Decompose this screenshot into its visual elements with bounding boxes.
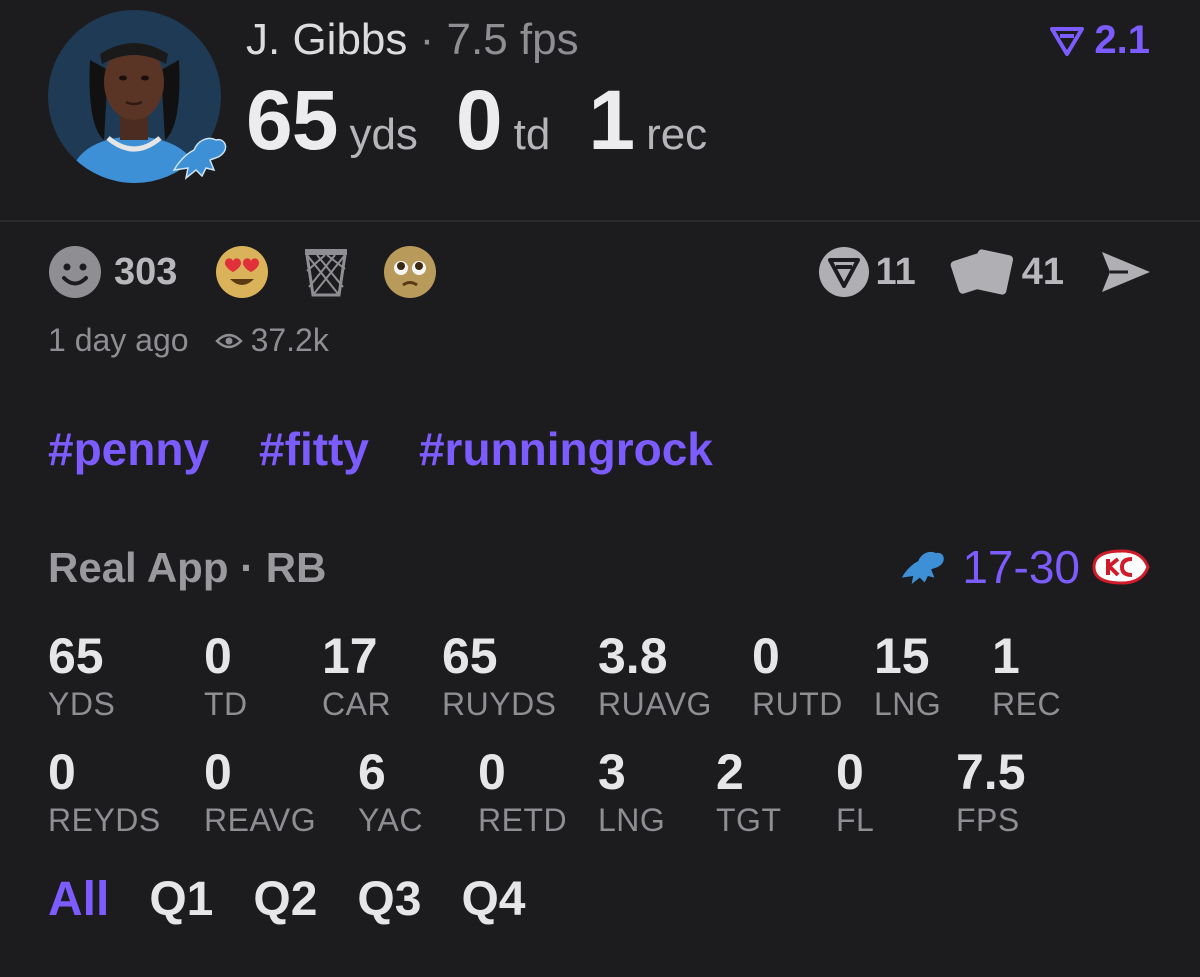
stat-rutd: 0 RUTD xyxy=(752,628,843,724)
eye-icon xyxy=(214,333,243,348)
tab-q1[interactable]: Q1 xyxy=(149,872,213,927)
stat-label: RETD xyxy=(478,802,568,838)
player-name[interactable]: J. Gibbs xyxy=(246,15,407,64)
share-send-icon[interactable] xyxy=(1098,248,1154,296)
headline-rec-unit: rec xyxy=(646,110,708,159)
stat-reavg: 0 REAVG xyxy=(204,744,316,840)
tab-q3[interactable]: Q3 xyxy=(357,872,421,927)
cards-icon[interactable] xyxy=(950,246,1016,298)
stat-reyds: 0 REYDS xyxy=(48,744,161,840)
stat-label: RUYDS xyxy=(442,686,557,722)
stat-retd: 0 RETD xyxy=(478,744,567,840)
stat-yds: 65 YDS xyxy=(48,628,115,724)
stat-label: CAR xyxy=(322,686,392,722)
stat-car: 17 CAR xyxy=(322,628,391,724)
stat-label: FPS xyxy=(956,802,1020,838)
stat-yac: 6 YAC xyxy=(358,744,423,840)
detroit-lions-logo xyxy=(902,551,945,585)
hashtag-fitty[interactable]: #fitty xyxy=(259,422,369,476)
stat-label: REAVG xyxy=(204,802,317,838)
stat-value: 0 xyxy=(752,628,780,684)
player-title: J. Gibbs · 7.5 fps xyxy=(246,12,579,68)
stat-tgt: 2 TGT xyxy=(716,744,781,840)
stat-label: TGT xyxy=(716,802,782,838)
separator-dot: · xyxy=(419,15,435,64)
player-fps: 7.5 fps xyxy=(446,15,579,64)
stat-rec: 1 REC xyxy=(992,628,1061,724)
pleading-face-emoji-icon[interactable] xyxy=(383,245,437,299)
headline-rec-value: 1 xyxy=(588,73,635,167)
stat-value: 65 xyxy=(48,628,104,684)
stat-ruyds: 65 RUYDS xyxy=(442,628,557,724)
real-coin-icon[interactable] xyxy=(818,246,870,298)
stat-value: 7.5 xyxy=(956,744,1026,800)
reaction-count[interactable]: 303 xyxy=(114,251,177,294)
post-actions: 11 41 xyxy=(818,244,1154,300)
hashtag-penny[interactable]: #penny xyxy=(48,422,209,476)
kansas-city-chiefs-logo xyxy=(1092,549,1150,585)
real-score-value: 2.1 xyxy=(1094,18,1150,62)
stat-value: 15 xyxy=(874,628,930,684)
detroit-lions-logo xyxy=(168,130,232,184)
post-time-ago: 1 day ago xyxy=(48,322,189,358)
headline-td-value: 0 xyxy=(455,73,503,167)
stat-label: YDS xyxy=(48,686,116,722)
header-divider xyxy=(0,220,1200,222)
stat-label: REYDS xyxy=(48,802,161,838)
tab-q4[interactable]: Q4 xyxy=(461,872,525,927)
stat-value: 3 xyxy=(598,744,626,800)
stat-value: 0 xyxy=(478,744,506,800)
stat-value: 3.8 xyxy=(598,628,668,684)
stat-label: REC xyxy=(992,686,1062,722)
stat-td: 0 TD xyxy=(204,628,248,724)
headline-yds-unit: yds xyxy=(349,110,418,159)
stat-label: RUTD xyxy=(752,686,843,722)
stat-label: YAC xyxy=(358,802,423,838)
stat-fl: 0 FL xyxy=(836,744,874,840)
cards-count: 41 xyxy=(1021,250,1064,293)
stat-value: 1 xyxy=(992,628,1020,684)
headline-yds-value: 65 xyxy=(246,73,338,167)
game-score-value: 17-30 xyxy=(962,541,1080,593)
hashtag-list: #penny #fitty #runningrock xyxy=(48,422,763,476)
headline-stats: 65 yds 0 td 1 rec xyxy=(246,72,745,183)
stat-label: LNG xyxy=(598,802,666,838)
stat-value: 2 xyxy=(716,744,744,800)
real-coin-count: 11 xyxy=(875,250,916,293)
stat-value: 0 xyxy=(836,744,864,800)
view-count-value: 37.2k xyxy=(250,322,329,358)
stat-value: 65 xyxy=(442,628,498,684)
stat-value: 0 xyxy=(204,628,232,684)
post-meta: 1 day ago 37.2k xyxy=(48,322,329,359)
quarter-tabs: All Q1 Q2 Q3 Q4 xyxy=(48,872,565,927)
stat-lng-2: 3 LNG xyxy=(598,744,665,840)
game-score[interactable]: 17-30 xyxy=(894,540,1150,594)
heart-eyes-emoji-icon[interactable] xyxy=(215,245,269,299)
stat-value: 0 xyxy=(204,744,232,800)
stat-ruavg: 3.8 RUAVG xyxy=(598,628,712,724)
stat-label: LNG xyxy=(874,686,942,722)
view-count: 37.2k xyxy=(214,322,329,359)
stat-source-line: Real App · RB xyxy=(48,544,327,591)
real-logo-icon xyxy=(1050,26,1085,56)
tab-q2[interactable]: Q2 xyxy=(253,872,317,927)
tab-all[interactable]: All xyxy=(48,872,109,927)
basketball-hoop-icon[interactable] xyxy=(299,245,353,299)
real-score-badge[interactable]: 2.1 xyxy=(1050,18,1150,63)
stat-value: 0 xyxy=(48,744,76,800)
hashtag-runningrock[interactable]: #runningrock xyxy=(419,422,713,476)
stat-label: RUAVG xyxy=(598,686,712,722)
stat-label: FL xyxy=(836,802,875,838)
headline-td-unit: td xyxy=(513,110,551,159)
stat-lng: 15 LNG xyxy=(874,628,941,724)
smiley-reaction-icon[interactable] xyxy=(48,245,102,299)
stat-fps: 7.5 FPS xyxy=(956,744,1026,840)
stat-value: 6 xyxy=(358,744,386,800)
stat-value: 17 xyxy=(322,628,378,684)
stat-label: TD xyxy=(204,686,248,722)
reaction-bar: 303 xyxy=(48,244,437,300)
